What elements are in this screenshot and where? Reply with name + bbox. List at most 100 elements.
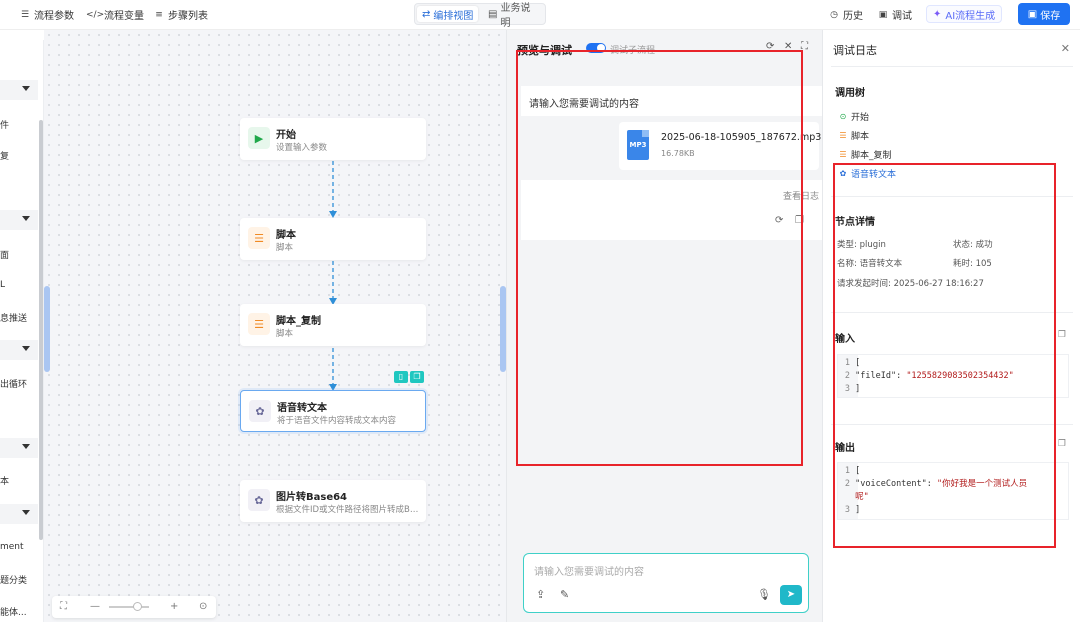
plugin-icon: ✿ — [248, 489, 270, 511]
debug-input-box[interactable]: 请输入您需要调试的内容 ⇪ ✎ 🎙 ➤ — [523, 553, 809, 613]
history-button[interactable]: ◷ 历史 — [829, 7, 863, 23]
code-key: "fileId": — [855, 371, 902, 381]
save-button[interactable]: ▣ 保存 — [1018, 3, 1070, 25]
file-attachment[interactable]: MP3 2025-06-18-105905_187672.mp3 16.78KB — [619, 122, 822, 170]
brush-icon[interactable]: ✎ — [560, 588, 569, 601]
flow-node-script[interactable]: ☰ 脚本 脚本 — [240, 218, 426, 260]
debug-button[interactable]: ▣ 调试 — [878, 7, 912, 23]
name-value: 语音转文本 — [859, 259, 903, 269]
chevron-down-icon — [22, 216, 30, 221]
view-log-link[interactable]: 查看日志 — [783, 189, 819, 202]
assistant-reply: 查看日志 ⟳ ❐ — [521, 180, 823, 240]
top-toolbar: ☰ 流程参数 </> 流程变量 ≡ 步骤列表 ⇄ 编排视图 ▤ 业务说明 ◷ 历… — [0, 0, 1080, 30]
flow-node-speech-to-text[interactable]: ✿ 语音转文本 将于语音文件内容转成文本内容 — [240, 390, 426, 432]
flow-vars-label: 流程变量 — [104, 11, 144, 22]
chevron-down-icon — [22, 346, 30, 351]
tab-label: 编排视图 — [433, 10, 474, 22]
call-tree-item-start[interactable]: ⊙ 开始 — [839, 110, 869, 123]
call-tree-item-script[interactable]: ☰ 脚本 — [839, 129, 869, 142]
flow-params-button[interactable]: ☰ 流程参数 — [20, 7, 74, 23]
code-line: 1 [ — [844, 358, 861, 368]
copy-icon[interactable]: ❐ — [1058, 439, 1066, 449]
status-label: 状态: — [953, 240, 973, 250]
tab-orchestration-view[interactable]: ⇄ 编排视图 — [417, 6, 479, 22]
regenerate-icon[interactable]: ⟳ — [775, 215, 783, 226]
divider — [831, 312, 1073, 313]
node-title: 脚本 — [276, 230, 296, 241]
group-header[interactable] — [0, 438, 38, 458]
check-circle-icon: ⊙ — [839, 112, 847, 121]
input-code-block: 1 [ 2 "fileId": "1255829083502354432" 3 … — [837, 354, 1069, 398]
output-heading: 输出 — [835, 443, 855, 454]
save-icon: ▣ — [1027, 8, 1038, 20]
detail-status: 状态: 成功 — [953, 238, 993, 250]
zoom-slider[interactable] — [109, 606, 149, 608]
group-header[interactable] — [0, 504, 38, 524]
clock-icon: ◷ — [830, 9, 838, 20]
send-button[interactable]: ➤ — [780, 585, 802, 605]
ai-generate-label: AI流程生成 — [945, 10, 996, 22]
detail-request-time: 请求发起时间: 2025-06-27 18:16:27 — [837, 277, 984, 289]
zoom-in-icon[interactable]: + — [170, 601, 178, 612]
flow-node-image-to-base64[interactable]: ✿ 图片转Base64 根据文件ID或文件路径将图片转成Base64 — [240, 480, 426, 522]
component-item[interactable]: L — [0, 280, 5, 290]
view-switcher: ⇄ 编排视图 ▤ 业务说明 — [414, 3, 546, 29]
call-tree-item-script-copy[interactable]: ☰ 脚本_复制 — [839, 148, 891, 161]
script-icon: ☰ — [839, 131, 847, 140]
step-list-button[interactable]: ≡ 步骤列表 — [154, 7, 208, 23]
component-item[interactable]: 面 — [0, 248, 9, 261]
refresh-icon[interactable]: ⟳ — [766, 41, 774, 52]
divider — [831, 424, 1073, 425]
file-name: 2025-06-18-105905_187672.mp3 — [661, 132, 822, 143]
copy-icon[interactable]: ❐ — [410, 371, 424, 383]
flow-vars-button[interactable]: </> 流程变量 — [86, 7, 144, 23]
component-item[interactable]: 本 — [0, 474, 9, 487]
list-icon: ≡ — [155, 9, 163, 20]
fit-view-icon[interactable]: ⛶ — [60, 601, 67, 612]
component-item[interactable]: ment — [0, 542, 24, 552]
status-value: 成功 — [975, 240, 993, 250]
group-header[interactable] — [0, 340, 38, 360]
close-icon[interactable]: ✕ — [784, 41, 792, 52]
duration-value: 105 — [975, 259, 992, 269]
node-subtitle: 脚本 — [276, 243, 294, 253]
component-item[interactable]: 件 — [0, 118, 9, 131]
copy-icon[interactable]: ❐ — [1058, 330, 1066, 340]
ai-generate-button[interactable]: ✦ AI流程生成 — [926, 5, 1003, 23]
group-header[interactable] — [0, 80, 38, 100]
assistant-message: 请输入您需要调试的内容 — [521, 86, 823, 116]
name-label: 名称: — [837, 259, 857, 269]
flow-node-start[interactable]: ▶ 开始 设置输入参数 — [240, 118, 426, 160]
flow-node-script-copy[interactable]: ☰ 脚本_复制 脚本 — [240, 304, 426, 346]
code-line: 2 "voiceContent": "你好我是一个测试人员 — [844, 479, 1028, 489]
component-item[interactable]: 息推送 — [0, 311, 27, 324]
node-title: 脚本_复制 — [276, 316, 321, 327]
node-subtitle: 设置输入参数 — [276, 143, 328, 153]
zoom-slider-thumb[interactable] — [133, 602, 142, 611]
request-time-value: 2025-06-27 18:16:27 — [893, 279, 984, 289]
flow-canvas[interactable]: ▶ 开始 设置输入参数 ☰ 脚本 脚本 ☰ 脚本_复制 脚本 ▯ ❐ ✿ 语音转… — [44, 30, 506, 622]
code-token: ] — [855, 505, 861, 515]
chevron-down-icon — [22, 86, 30, 91]
component-item[interactable]: 题分类 — [0, 573, 27, 586]
file-size: 16.78KB — [661, 149, 695, 158]
delete-icon[interactable]: ▯ — [394, 371, 408, 383]
upload-icon[interactable]: ⇪ — [536, 588, 545, 601]
script-icon: ☰ — [248, 227, 270, 249]
scrollbar[interactable] — [39, 120, 43, 540]
code-value: "你好我是一个测试人员 — [937, 479, 1028, 489]
component-item[interactable]: 出循环 — [0, 377, 27, 390]
tab-business-desc[interactable]: ▤ 业务说明 — [483, 3, 545, 29]
close-icon[interactable]: ✕ — [1061, 42, 1070, 55]
component-item[interactable]: 复 — [0, 149, 9, 162]
fullscreen-icon[interactable]: ⛶ — [801, 41, 808, 52]
send-icon: ➤ — [786, 589, 796, 600]
debug-subflow-toggle[interactable] — [586, 43, 606, 53]
locate-icon[interactable]: ⊙ — [199, 601, 207, 612]
group-header[interactable] — [0, 210, 38, 230]
call-tree-item-speech-to-text[interactable]: ✿ 语音转文本 — [839, 167, 896, 180]
zoom-out-icon[interactable]: — — [90, 601, 100, 612]
microphone-icon[interactable]: 🎙 — [757, 588, 771, 601]
copy-icon[interactable]: ❐ — [795, 215, 804, 226]
component-item[interactable]: 能体... — [0, 605, 27, 618]
